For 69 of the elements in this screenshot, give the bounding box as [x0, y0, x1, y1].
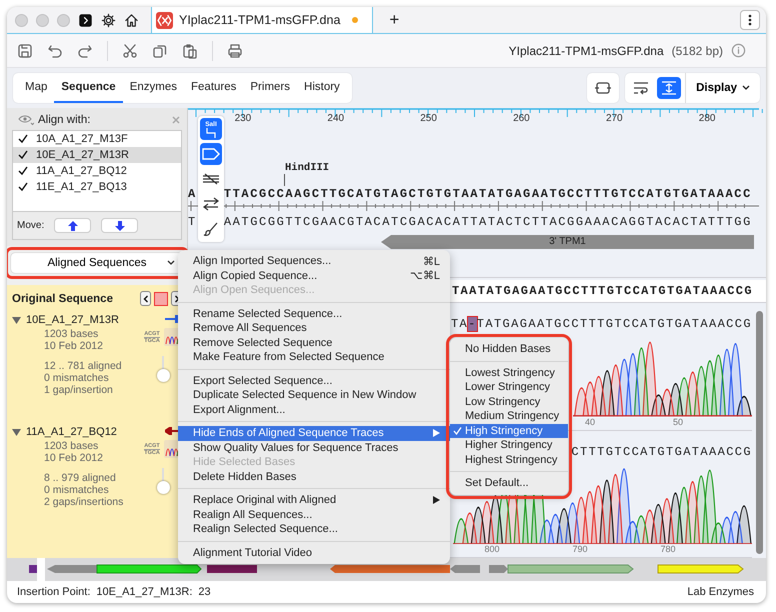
menu-item[interactable]: No Hidden Bases — [450, 342, 568, 356]
move-label: Move: — [17, 220, 44, 231]
sequence-name: 11A_A1_27_BQ12 — [26, 426, 117, 438]
gap-count: 1 gap/insertion — [44, 384, 114, 396]
menu-item[interactable]: High Stringency — [450, 424, 568, 438]
trace-position-label: 790 — [571, 544, 589, 556]
base-count: 1203 bases — [44, 440, 100, 452]
status-label: Insertion Point: — [17, 586, 90, 598]
panel-title: Align with: — [38, 114, 90, 126]
bottom-strand-sequence: AATGCGGTTCGAACGTACATCGACACATTATACTCTTACGGAAACAGGTACACTATTTGG — [224, 214, 752, 228]
enzyme-label: HindIII — [285, 162, 330, 174]
sequence-list-item[interactable]: 11E_A1_27_BQ13 — [13, 179, 181, 195]
menu-item[interactable]: Hide Ends of Aligned Sequence Traces — [178, 426, 450, 440]
menu-item[interactable]: Set Default... — [450, 476, 568, 490]
menu-item[interactable]: Realign Selected Sequence... — [178, 522, 450, 536]
trace-sequence: CTTTGTCCATGTGATAAACCG — [571, 444, 752, 458]
sequence-date: 10 Feb 2012 — [44, 340, 104, 352]
gap-count: 2 gaps/insertions — [44, 496, 124, 508]
aligned-range: 8 .. 979 aligned — [44, 472, 117, 484]
file-name: YIplac211-TPM1-msGFP.dna — [508, 44, 664, 58]
sequence-list-item[interactable]: 11A_A1_27_BQ12 — [13, 163, 181, 179]
base-count: 1203 bases — [44, 328, 100, 340]
view-tab[interactable]: Map — [18, 73, 54, 103]
menu-item[interactable]: Replace Original with Aligned — [178, 493, 450, 508]
sequence-list-item[interactable]: 10E_A1_27_M13R — [13, 147, 181, 163]
menu-item[interactable]: Rename Selected Sequence... — [178, 306, 450, 321]
gap-marker: - — [468, 317, 477, 331]
view-tab[interactable]: Features — [184, 73, 244, 103]
sequence-date: 10 Feb 2012 — [44, 452, 104, 464]
sequence-fragment: T — [188, 214, 197, 228]
menu-item[interactable]: Make Feature from Selected Sequence — [178, 350, 450, 364]
menu-item[interactable]: Export Alignment... — [178, 402, 450, 417]
status-sequence: 10E_A1_27_M13R: — [96, 586, 192, 598]
menu-item[interactable]: Show Quality Values for Sequence Traces — [178, 440, 450, 455]
new-tab-button[interactable]: + — [381, 10, 408, 30]
top-strand-sequence: TTACGCCAAGCTTGCATGTAGCTGTGTAATATGAGAATGCCTTTGTCCATGTGATAAACC — [224, 186, 752, 200]
aligned-range: 12 .. 781 aligned — [44, 360, 122, 372]
view-tab[interactable]: Enzymes — [122, 73, 184, 103]
trace-position-label: 800 — [483, 544, 501, 556]
menu-item[interactable]: Lower Stringency — [450, 380, 568, 394]
mismatch-count: 0 mismatches — [44, 372, 110, 384]
sequence-length: (5182 bp) — [672, 44, 723, 58]
menu-item[interactable]: Remove Selected Sequence — [178, 336, 450, 350]
trace-position-label: 40 — [584, 416, 596, 428]
sequence-fragment: TA — [450, 317, 468, 331]
section-title: Original Sequence — [12, 292, 113, 304]
menu-item[interactable]: Medium Stringency — [450, 409, 568, 424]
view-tab[interactable]: Primers — [243, 73, 298, 103]
trace-position-label: 780 — [659, 544, 677, 556]
menu-item[interactable]: Realign All Sequences... — [178, 508, 450, 522]
menu-item[interactable]: Low Stringency — [450, 394, 568, 409]
enzyme-set-label[interactable]: Lab Enzymes — [687, 586, 754, 598]
menu-item[interactable]: Export Selected Sequence... — [178, 374, 450, 388]
sequence-list-item[interactable]: 10A_A1_27_M13F — [13, 131, 181, 147]
document-tab[interactable]: YIplac211-TPM1-msGFP.dna — [151, 7, 374, 33]
trace-position-label: 50 — [672, 416, 684, 428]
menu-item[interactable]: Highest Stringency — [450, 452, 568, 467]
sequence-name: 10E_A1_27_M13R — [26, 314, 119, 326]
menu-item[interactable]: Lowest Stringency — [450, 366, 568, 380]
mismatch-count: 0 mismatches — [44, 484, 110, 496]
sequence-fragment: A — [188, 186, 197, 200]
view-tab[interactable]: History — [297, 73, 347, 103]
view-tab[interactable]: Sequence — [54, 73, 123, 103]
menu-item[interactable]: Alignment Tutorial Video — [178, 546, 450, 560]
menu-item[interactable]: Delete Hidden Bases — [178, 470, 450, 484]
menu-item[interactable]: Duplicate Selected Sequence in New Window — [178, 388, 450, 402]
insertion-position: 23 — [198, 586, 211, 598]
menu-item[interactable]: Remove All Sequences — [178, 321, 450, 336]
menu-item[interactable]: Higher Stringency — [450, 438, 568, 452]
